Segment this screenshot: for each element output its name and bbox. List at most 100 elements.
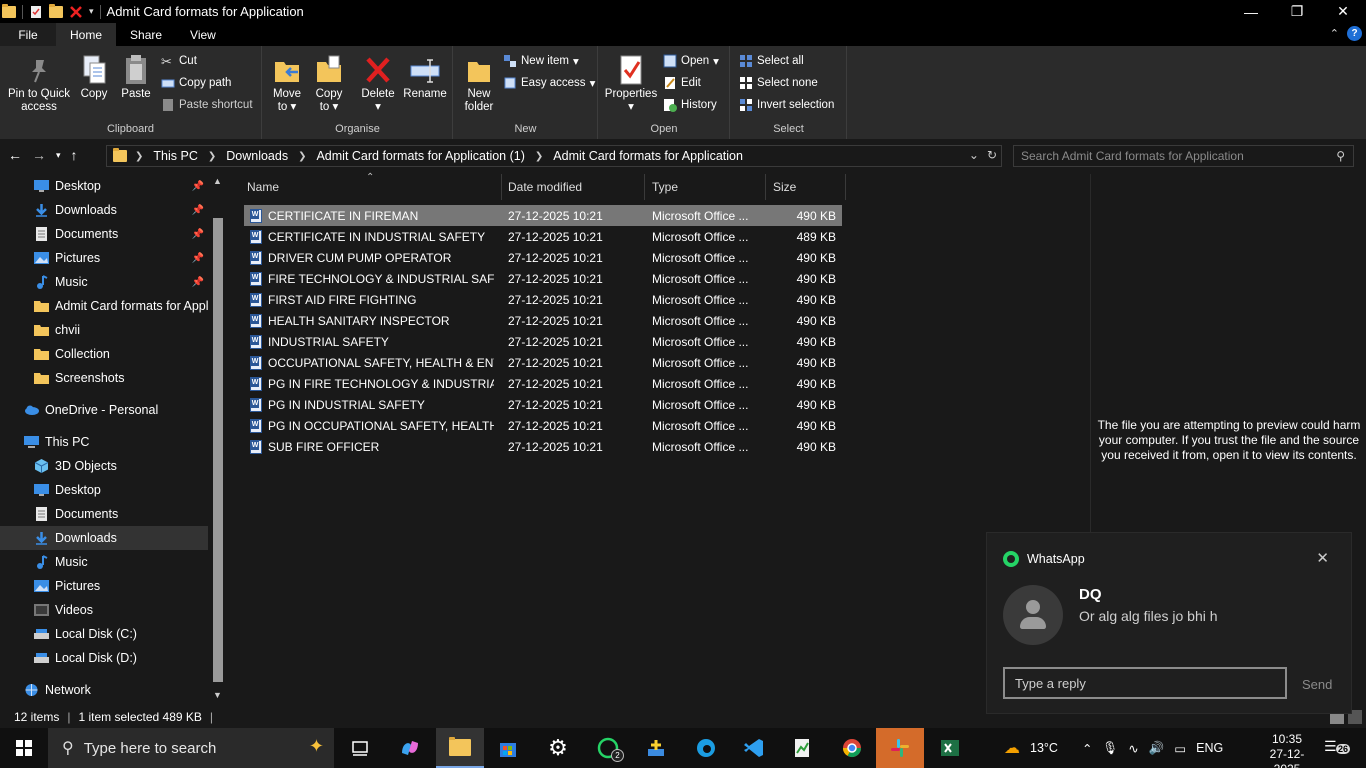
task-view-button[interactable]	[336, 728, 384, 768]
back-arrow-icon[interactable]: ←	[8, 147, 22, 163]
search-input[interactable]: Search Admit Card formats for Applicatio…	[1013, 145, 1354, 167]
chart-app-button[interactable]	[778, 728, 826, 768]
nav-this-pc-item[interactable]: Local Disk (D:)	[0, 646, 208, 670]
file-row[interactable]: FIRE TECHNOLOGY & INDUSTRIAL SAFETY 27-12…	[244, 268, 842, 289]
clock[interactable]: 10:35 27-12-2025	[1262, 732, 1312, 768]
column-header-name[interactable]: Name	[239, 174, 502, 200]
nav-quick-item[interactable]: Music 📌	[0, 270, 208, 294]
reply-input[interactable]: Type a reply	[1003, 667, 1287, 699]
chrome-button[interactable]	[828, 728, 876, 768]
minimize-button[interactable]: —	[1228, 0, 1274, 23]
copilot-button[interactable]	[386, 728, 434, 768]
invert-selection-button[interactable]: Invert selection	[739, 98, 834, 112]
chevron-down-icon[interactable]: ▾	[89, 6, 94, 17]
taskbar-search[interactable]: ⚲ Type here to search ✦	[48, 728, 334, 768]
cut-button[interactable]: ✂ Cut	[161, 54, 197, 69]
file-row[interactable]: DRIVER CUM PUMP OPERATOR 27-12-2025 10:21…	[244, 247, 842, 268]
column-header-type[interactable]: Type	[644, 174, 766, 200]
nav-quick-item[interactable]: Pictures 📌	[0, 246, 208, 270]
tab-home[interactable]: Home	[56, 23, 117, 46]
tab-share[interactable]: Share	[116, 23, 176, 46]
file-row[interactable]: PG IN FIRE TECHNOLOGY & INDUSTRIAL... 27-…	[244, 373, 842, 394]
properties-button[interactable]: Properties ▾	[604, 54, 658, 114]
maximize-button[interactable]: ❐	[1274, 0, 1320, 23]
forward-arrow-icon[interactable]: →	[32, 147, 46, 163]
rename-button[interactable]: Rename	[403, 54, 447, 101]
vscode-button[interactable]	[730, 728, 778, 768]
scroll-down-icon[interactable]: ▼	[213, 690, 222, 700]
breadcrumb-parent-folder[interactable]: Admit Card formats for Application (1)	[316, 149, 524, 163]
nav-this-pc-item[interactable]: Downloads	[0, 526, 208, 550]
settings-button[interactable]: ⚙	[534, 728, 582, 768]
file-row[interactable]: CERTIFICATE IN INDUSTRIAL SAFETY 27-12-20…	[244, 226, 842, 247]
nav-this-pc-item[interactable]: Desktop	[0, 478, 208, 502]
file-explorer-button[interactable]	[436, 728, 484, 768]
open-button[interactable]: Open ▾	[663, 54, 719, 68]
file-row[interactable]: SUB FIRE OFFICER 27-12-2025 10:21 Microsof…	[244, 436, 842, 457]
breadcrumb-current-folder[interactable]: Admit Card formats for Application	[553, 149, 743, 163]
notification-center-icon[interactable]: ☰ 26	[1324, 738, 1351, 755]
file-row[interactable]: OCCUPATIONAL SAFETY, HEALTH & ENV... 27-1…	[244, 352, 842, 373]
move-to-button[interactable]: Move to ▾	[271, 54, 303, 114]
nav-this-pc-item[interactable]: Music	[0, 550, 208, 574]
address-bar[interactable]: ❯ This PC ❯ Downloads ❯ Admit Card forma…	[106, 145, 1002, 167]
nav-quick-item[interactable]: chvii	[0, 318, 208, 342]
file-row[interactable]: PG IN OCCUPATIONAL SAFETY, HEALTH ... 27-…	[244, 415, 842, 436]
new-folder-button[interactable]: New folder	[462, 54, 496, 114]
weather-icon[interactable]: ☁	[1004, 738, 1020, 758]
microsoft-store-button[interactable]	[484, 728, 532, 768]
breadcrumb-this-pc[interactable]: This PC	[153, 149, 197, 163]
scroll-up-icon[interactable]: ▲	[213, 176, 222, 186]
battery-icon[interactable]: ▭	[1174, 741, 1186, 756]
copy-path-button[interactable]: Copy path	[161, 76, 231, 90]
nav-quick-item[interactable]: Desktop 📌	[0, 174, 208, 198]
copy-button[interactable]: Copy	[78, 54, 110, 101]
paste-button[interactable]: Paste	[119, 54, 153, 101]
edge-button[interactable]	[682, 728, 730, 768]
close-button[interactable]: ✕	[1320, 0, 1366, 23]
new-folder-icon[interactable]	[49, 3, 63, 18]
whatsapp-notification[interactable]: WhatsApp ✕ DQ Or alg alg files jo bhi h …	[986, 532, 1352, 714]
weather-temperature[interactable]: 13°C	[1030, 741, 1058, 755]
nav-this-pc-item[interactable]: Local Disk (C:)	[0, 622, 208, 646]
chevron-up-icon[interactable]: ⌃	[1082, 741, 1092, 756]
language-indicator[interactable]: ENG	[1196, 741, 1223, 755]
close-icon[interactable]: ✕	[1316, 549, 1329, 567]
column-header-date[interactable]: Date modified	[500, 174, 645, 200]
nav-network[interactable]: Network	[0, 678, 208, 702]
send-button[interactable]: Send	[1302, 677, 1332, 692]
copy-to-button[interactable]: Copy to ▾	[313, 54, 345, 114]
chevron-right-icon[interactable]: ❯	[135, 151, 143, 162]
properties-icon[interactable]	[29, 5, 43, 19]
tab-file[interactable]: File	[0, 23, 56, 46]
chevron-right-icon[interactable]: ❯	[298, 151, 306, 162]
start-button[interactable]	[0, 728, 48, 768]
refresh-icon[interactable]: ↻	[987, 148, 997, 162]
file-row[interactable]: INDUSTRIAL SAFETY 27-12-2025 10:21 Microso…	[244, 331, 842, 352]
new-item-button[interactable]: New item ▾	[503, 54, 579, 68]
nav-this-pc[interactable]: This PC	[0, 430, 208, 454]
recent-locations-chevron-icon[interactable]: ▾	[56, 150, 61, 161]
excel-button[interactable]	[926, 728, 974, 768]
nav-this-pc-item[interactable]: Documents	[0, 502, 208, 526]
nav-quick-item[interactable]: Documents 📌	[0, 222, 208, 246]
paste-shortcut-button[interactable]: Paste shortcut	[161, 98, 253, 112]
chevron-right-icon[interactable]: ❯	[535, 151, 543, 162]
slack-button[interactable]	[876, 728, 924, 768]
up-arrow-icon[interactable]: ↑	[71, 147, 78, 163]
nav-quick-item[interactable]: Collection	[0, 342, 208, 366]
nav-this-pc-item[interactable]: Pictures	[0, 574, 208, 598]
nav-this-pc-item[interactable]: Videos	[0, 598, 208, 622]
volume-icon[interactable]: 🔊	[1149, 741, 1165, 756]
select-none-button[interactable]: Select none	[739, 76, 818, 90]
help-icon[interactable]: ?	[1347, 26, 1362, 41]
column-header-size[interactable]: Size	[765, 174, 846, 200]
collapse-ribbon-icon[interactable]: ⌃	[1330, 27, 1339, 40]
file-row[interactable]: PG IN INDUSTRIAL SAFETY 27-12-2025 10:21 M…	[244, 394, 842, 415]
address-dropdown-icon[interactable]: ⌄	[969, 148, 979, 162]
nav-onedrive[interactable]: OneDrive - Personal	[0, 398, 208, 422]
edit-button[interactable]: Edit	[663, 76, 701, 90]
nav-scrollbar[interactable]: ▲ ▼	[210, 174, 226, 706]
nav-quick-item[interactable]: Screenshots	[0, 366, 208, 390]
delete-icon[interactable]	[69, 5, 83, 19]
